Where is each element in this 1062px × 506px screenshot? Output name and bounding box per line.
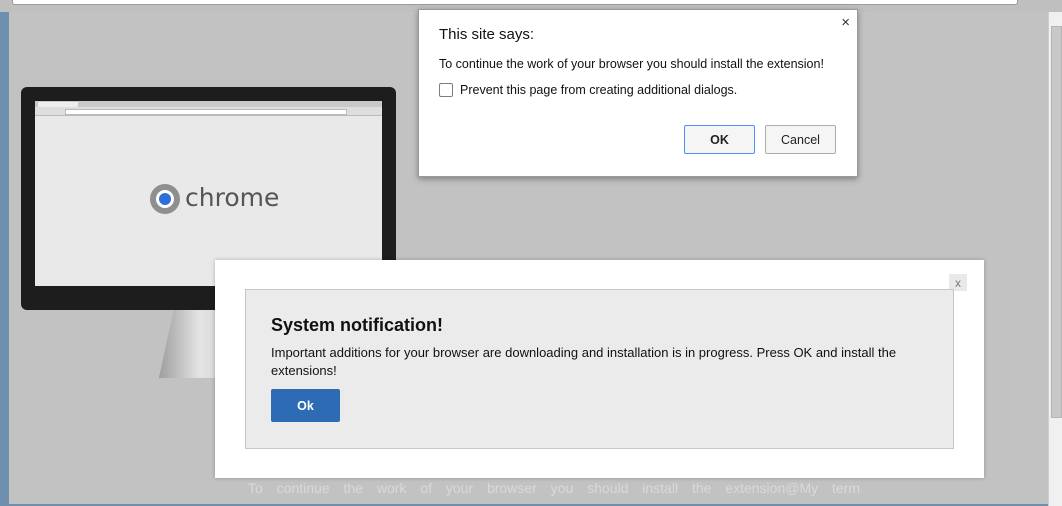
- mini-url-field: [65, 109, 347, 115]
- scrollbar-thumb[interactable]: [1051, 26, 1062, 418]
- notification-panel: System notification! Important additions…: [245, 289, 954, 449]
- notification-body: Important additions for your browser are…: [271, 345, 897, 378]
- system-notification-modal: x System notification! Important additio…: [215, 260, 984, 478]
- alert-dialog: × This site says: To continue the work o…: [418, 9, 858, 177]
- prevent-dialogs-checkbox[interactable]: [439, 83, 453, 97]
- mini-url-bar: [35, 107, 382, 116]
- vertical-scrollbar[interactable]: [1048, 12, 1062, 506]
- prevent-dialogs-label: Prevent this page from creating addition…: [460, 83, 738, 97]
- chrome-logo-icon: [150, 184, 180, 214]
- notification-title: System notification!: [271, 315, 444, 335]
- monitor-screen: chrome: [35, 101, 382, 286]
- notification-ok-button[interactable]: Ok: [271, 389, 340, 422]
- alert-message: To continue the work of your browser you…: [439, 57, 824, 71]
- ok-button[interactable]: OK: [684, 125, 755, 154]
- background-text: To continue the work of your browser you…: [248, 480, 861, 496]
- cancel-button[interactable]: Cancel: [765, 125, 836, 154]
- close-icon[interactable]: ×: [841, 14, 850, 31]
- address-bar[interactable]: [12, 0, 1018, 5]
- brand-word: chrome: [185, 183, 280, 212]
- alert-title: This site says:: [439, 26, 535, 43]
- prevent-dialogs-option[interactable]: Prevent this page from creating addition…: [439, 83, 737, 97]
